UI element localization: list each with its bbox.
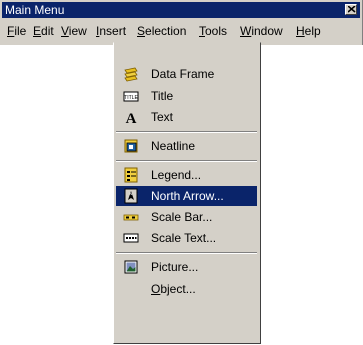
menu-separator [116, 131, 257, 133]
close-icon [348, 6, 356, 13]
scale-text-icon [123, 230, 139, 246]
menu-item-data-frame[interactable]: Data Frame [116, 64, 257, 84]
data-frame-icon [123, 66, 139, 82]
menu-edit[interactable]: Edit [33, 20, 54, 42]
menu-separator [116, 160, 257, 162]
menu-item-label: North Arrow... [151, 189, 224, 203]
menu-item-label: Scale Text... [151, 231, 217, 245]
text-icon: A [123, 109, 139, 127]
menu-bar: File Edit View Insert Selection Tools Wi… [0, 20, 362, 42]
menu-insert[interactable]: Insert [96, 20, 126, 42]
menu-item-label: Legend... [151, 168, 202, 182]
menu-item-text[interactable]: A Text [116, 107, 257, 127]
close-button[interactable] [345, 4, 357, 15]
menu-item-scale-bar[interactable]: Scale Bar... [116, 207, 257, 227]
window-title: Main Menu [5, 3, 65, 17]
svg-text:A: A [126, 111, 137, 125]
scale-bar-icon [123, 209, 139, 225]
svg-text:TITLE: TITLE [124, 95, 138, 101]
menu-item-object[interactable]: Object... [116, 279, 257, 299]
menu-item-label: Title [151, 89, 174, 103]
north-arrow-icon: N [123, 188, 139, 204]
menu-window[interactable]: Window [240, 20, 283, 42]
menu-item-title[interactable]: TITLE Title [116, 86, 257, 106]
menu-item-legend[interactable]: Legend... [116, 165, 257, 185]
menu-item-label: Picture... [151, 260, 199, 274]
menu-item-label: Neatline [151, 139, 196, 153]
menu-file[interactable]: File [7, 20, 26, 42]
title-bar[interactable]: Main Menu [2, 2, 360, 18]
neatline-icon [123, 138, 139, 154]
title-icon: TITLE [123, 88, 139, 104]
menu-item-neatline[interactable]: Neatline [116, 136, 257, 156]
menu-selection[interactable]: Selection [137, 20, 186, 42]
menu-item-label: Text [151, 110, 174, 124]
menu-item-north-arrow[interactable]: N North Arrow... [116, 186, 257, 206]
menu-help[interactable]: Help [296, 20, 321, 42]
menu-item-scale-text[interactable]: Scale Text... [116, 228, 257, 248]
insert-dropdown-menu: Data Frame TITLE Title A Text Neatline L… [113, 42, 261, 344]
main-menu-window: Main Menu File Edit View Insert Selectio… [0, 0, 363, 45]
menu-tools[interactable]: Tools [199, 20, 227, 42]
svg-text:N: N [130, 191, 133, 196]
menu-separator [116, 252, 257, 254]
menu-item-label: Scale Bar... [151, 210, 213, 224]
picture-icon [123, 259, 139, 275]
menu-view[interactable]: View [61, 20, 87, 42]
menu-item-label: Data Frame [151, 67, 215, 81]
menu-item-picture[interactable]: Picture... [116, 257, 257, 277]
legend-icon [123, 167, 139, 183]
menu-item-label: Object... [151, 282, 196, 296]
